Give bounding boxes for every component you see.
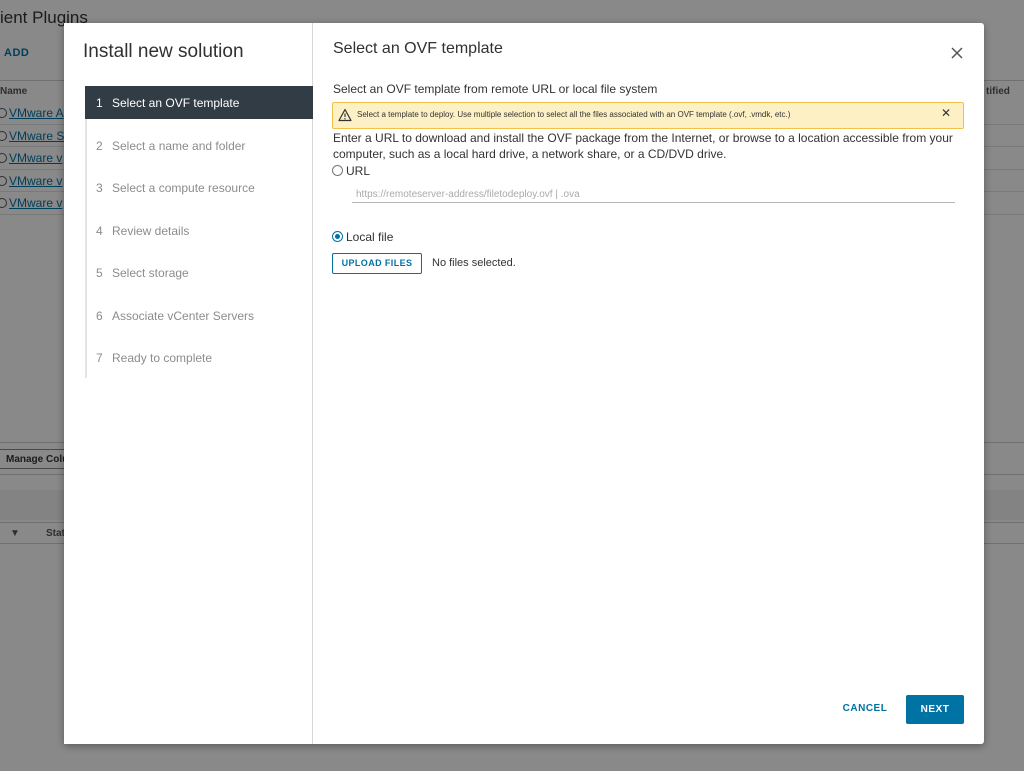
wizard-step-ready-to-complete[interactable]: 7 Ready to complete bbox=[87, 341, 313, 383]
no-files-status: No files selected. bbox=[432, 257, 516, 269]
wizard-content: Select an OVF template Select an OVF tem… bbox=[313, 23, 984, 744]
step-label: Associate vCenter Servers bbox=[112, 308, 255, 323]
local-file-option[interactable]: Local file bbox=[332, 230, 393, 244]
warning-icon bbox=[338, 108, 352, 122]
step-label: Review details bbox=[112, 223, 190, 238]
step-number: 1 bbox=[96, 96, 103, 110]
install-solution-dialog: Install new solution 1 Select an OVF temp… bbox=[64, 23, 984, 744]
step-number: 2 bbox=[96, 139, 103, 153]
step-label: Select a name and folder bbox=[112, 139, 246, 153]
wizard-steps: 1 Select an OVF template 2 Select a name a… bbox=[85, 86, 313, 378]
step-subtitle: Select an OVF template from remote URL o… bbox=[333, 82, 658, 96]
wizard-step-associate-vcenter[interactable]: 6 Associate vCenter Servers bbox=[87, 299, 313, 341]
page-title: Select an OVF template bbox=[333, 40, 503, 57]
warning-alert: Select a template to deploy. Use multipl… bbox=[332, 102, 964, 129]
step-number: 6 bbox=[96, 308, 103, 323]
step-label: Select a compute resource bbox=[112, 181, 255, 196]
wizard-step-select-compute-resource[interactable]: 3 Select a compute resource bbox=[87, 171, 313, 213]
close-icon bbox=[951, 47, 963, 59]
step-number: 3 bbox=[96, 181, 103, 196]
url-label: URL bbox=[346, 164, 371, 178]
wizard-sidebar: Install new solution 1 Select an OVF temp… bbox=[64, 23, 313, 744]
step-number: 7 bbox=[96, 350, 103, 365]
local-file-label: Local file bbox=[346, 230, 394, 244]
local-file-radio[interactable] bbox=[332, 231, 343, 242]
step-description: Enter a URL to download and install the … bbox=[333, 131, 953, 161]
cancel-button[interactable]: CANCEL bbox=[833, 695, 897, 723]
step-label: Ready to complete bbox=[112, 350, 213, 365]
alert-close-icon[interactable]: ✕ bbox=[941, 106, 951, 120]
wizard-step-select-name-folder[interactable]: 2 Select a name and folder bbox=[87, 129, 313, 171]
step-number: 5 bbox=[96, 266, 103, 281]
url-input[interactable] bbox=[352, 181, 955, 203]
wizard-step-select-ovf-template[interactable]: 1 Select an OVF template bbox=[85, 86, 313, 119]
alert-text: Select a template to deploy. Use multipl… bbox=[357, 110, 791, 119]
step-label: Select storage bbox=[112, 266, 189, 281]
wizard-step-review-details[interactable]: 4 Review details bbox=[87, 214, 313, 256]
url-option[interactable]: URL bbox=[332, 164, 370, 178]
step-number: 4 bbox=[96, 223, 103, 238]
next-button[interactable]: NEXT bbox=[906, 695, 964, 724]
upload-files-button[interactable]: UPLOAD FILES bbox=[332, 253, 422, 274]
wizard-step-select-storage[interactable]: 5 Select storage bbox=[87, 256, 313, 298]
wizard-title: Install new solution bbox=[83, 41, 244, 62]
url-radio[interactable] bbox=[332, 165, 343, 176]
close-button[interactable] bbox=[945, 41, 969, 65]
step-label: Select an OVF template bbox=[112, 96, 240, 110]
